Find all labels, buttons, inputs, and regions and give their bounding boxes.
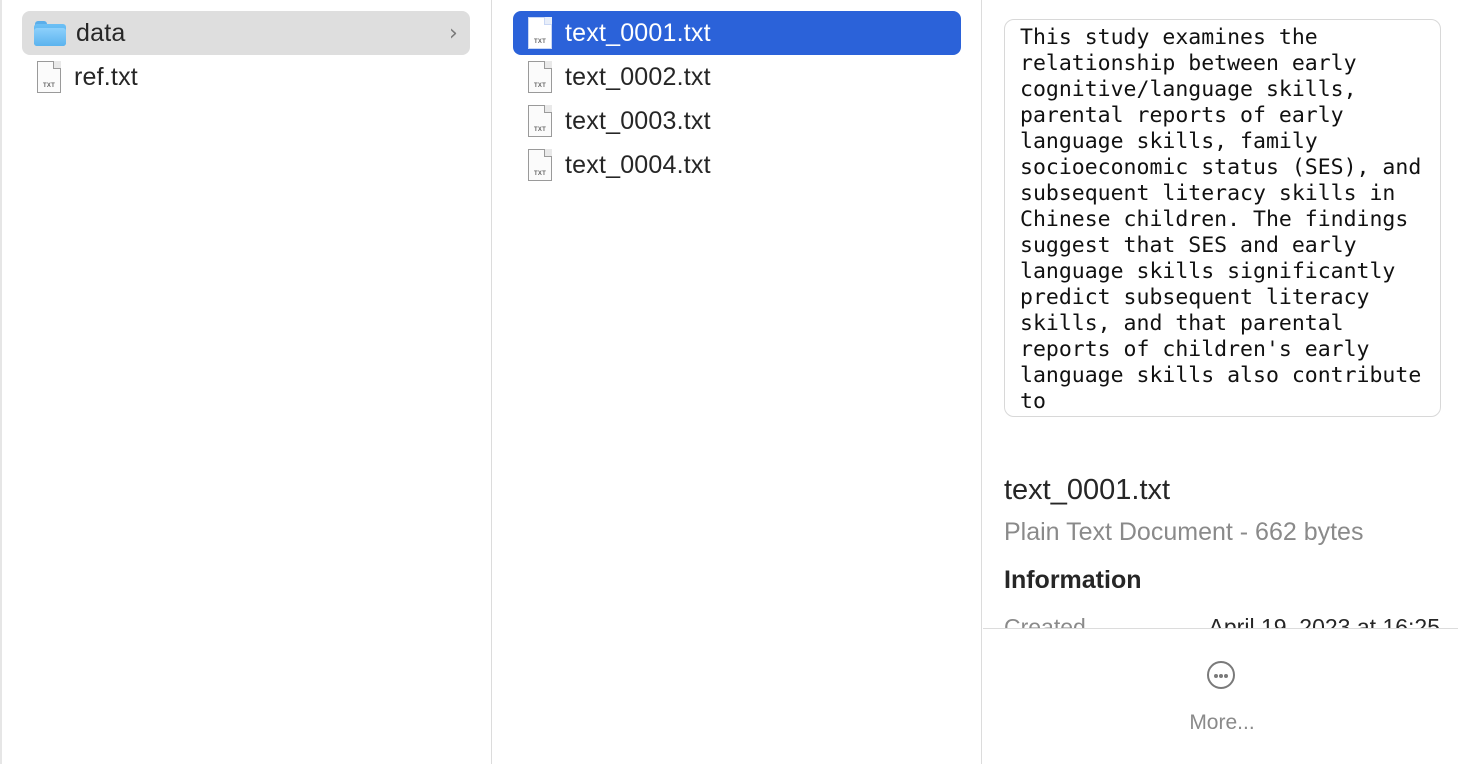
- list-item-text-0002[interactable]: TXT text_0002.txt: [513, 55, 961, 99]
- text-file-icon: TXT: [528, 17, 552, 49]
- finder-column-view: data › TXT ref.txt TXT text_0001.txt TXT…: [0, 0, 1458, 764]
- column-parent: data › TXT ref.txt: [2, 0, 492, 764]
- divider: [983, 628, 1458, 629]
- list-item-ref-txt[interactable]: TXT ref.txt: [22, 55, 470, 99]
- created-label: Created: [1004, 614, 1086, 629]
- preview-text: This study examines the relationship bet…: [1020, 25, 1435, 414]
- info-created-row: Created April 19, 2023 at 16:25: [983, 604, 1458, 629]
- chevron-right-icon: ›: [449, 21, 458, 46]
- preview-kind-size: Plain Text Document - 662 bytes: [1004, 518, 1364, 546]
- information-heading: Information: [1004, 566, 1142, 594]
- text-file-icon: TXT: [528, 61, 552, 93]
- text-file-icon: TXT: [37, 61, 61, 93]
- folder-label: data: [76, 18, 126, 47]
- file-label: text_0001.txt: [565, 18, 711, 47]
- text-file-icon: TXT: [528, 105, 552, 137]
- preview-pane: This study examines the relationship bet…: [983, 0, 1458, 764]
- column-files: TXT text_0001.txt TXT text_0002.txt TXT …: [492, 0, 982, 764]
- list-item-text-0001[interactable]: TXT text_0001.txt: [513, 11, 961, 55]
- ellipsis-circle-icon: [1207, 661, 1235, 689]
- folder-icon: [34, 20, 66, 46]
- list-item-text-0004[interactable]: TXT text_0004.txt: [513, 143, 961, 187]
- text-file-icon: TXT: [528, 149, 552, 181]
- file-label: ref.txt: [74, 62, 138, 91]
- file-label: text_0002.txt: [565, 62, 711, 91]
- more-label: More...: [1189, 711, 1255, 734]
- sidebar-item-data-folder[interactable]: data ›: [22, 11, 470, 55]
- preview-filename: text_0001.txt: [1004, 474, 1171, 506]
- list-item-text-0003[interactable]: TXT text_0003.txt: [513, 99, 961, 143]
- file-label: text_0004.txt: [565, 150, 711, 179]
- text-preview[interactable]: This study examines the relationship bet…: [1004, 19, 1441, 417]
- more-button[interactable]: More...: [1161, 656, 1283, 746]
- created-value: April 19, 2023 at 16:25: [1208, 614, 1440, 629]
- file-label: text_0003.txt: [565, 106, 711, 135]
